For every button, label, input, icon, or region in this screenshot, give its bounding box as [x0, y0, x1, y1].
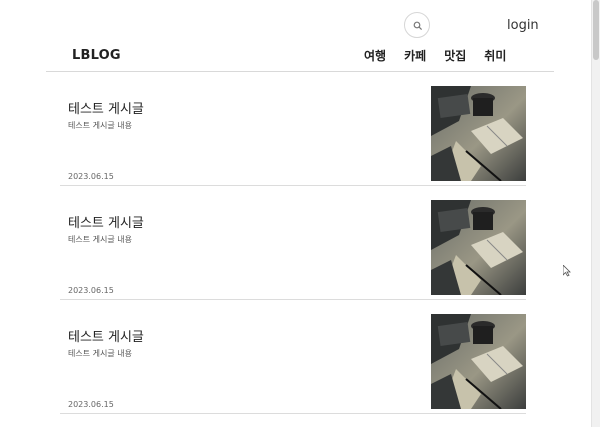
post-title[interactable]: 테스트 게시글	[68, 212, 144, 231]
post-divider	[60, 413, 526, 414]
nav-item-travel[interactable]: 여행	[364, 47, 386, 64]
nav-item-hobby[interactable]: 취미	[484, 47, 506, 64]
post-title[interactable]: 테스트 게시글	[68, 98, 144, 117]
post-date: 2023.06.15	[68, 286, 114, 295]
header-divider	[46, 71, 554, 72]
post-thumbnail[interactable]	[431, 200, 526, 295]
post-title[interactable]: 테스트 게시글	[68, 326, 144, 345]
site-logo[interactable]: LBLOG	[72, 48, 121, 63]
post-card[interactable]: 테스트 게시글 테스트 게시글 내용 2023.06.15	[60, 314, 526, 428]
post-card[interactable]: 테스트 게시글 테스트 게시글 내용 2023.06.15	[60, 86, 526, 200]
login-link[interactable]: login	[507, 18, 539, 33]
post-divider	[60, 299, 526, 300]
post-card[interactable]: 테스트 게시글 테스트 게시글 내용 2023.06.15	[60, 200, 526, 314]
category-nav: 여행 카페 맛집 취미	[364, 47, 506, 64]
post-excerpt: 테스트 게시글 내용	[68, 235, 132, 244]
mouse-cursor-icon	[563, 265, 571, 277]
post-thumbnail[interactable]	[431, 314, 526, 409]
post-excerpt: 테스트 게시글 내용	[68, 349, 132, 358]
nav-item-restaurant[interactable]: 맛집	[444, 47, 466, 64]
post-excerpt: 테스트 게시글 내용	[68, 121, 132, 130]
top-bar: login	[0, 0, 592, 48]
post-thumbnail[interactable]	[431, 86, 526, 181]
post-date: 2023.06.15	[68, 172, 114, 181]
vertical-scrollbar[interactable]	[591, 0, 600, 427]
scrollbar-thumb[interactable]	[593, 0, 599, 60]
nav-item-cafe[interactable]: 카페	[404, 47, 426, 64]
search-icon	[413, 21, 423, 31]
post-divider	[60, 185, 526, 186]
search-button[interactable]	[404, 12, 430, 38]
post-date: 2023.06.15	[68, 400, 114, 409]
